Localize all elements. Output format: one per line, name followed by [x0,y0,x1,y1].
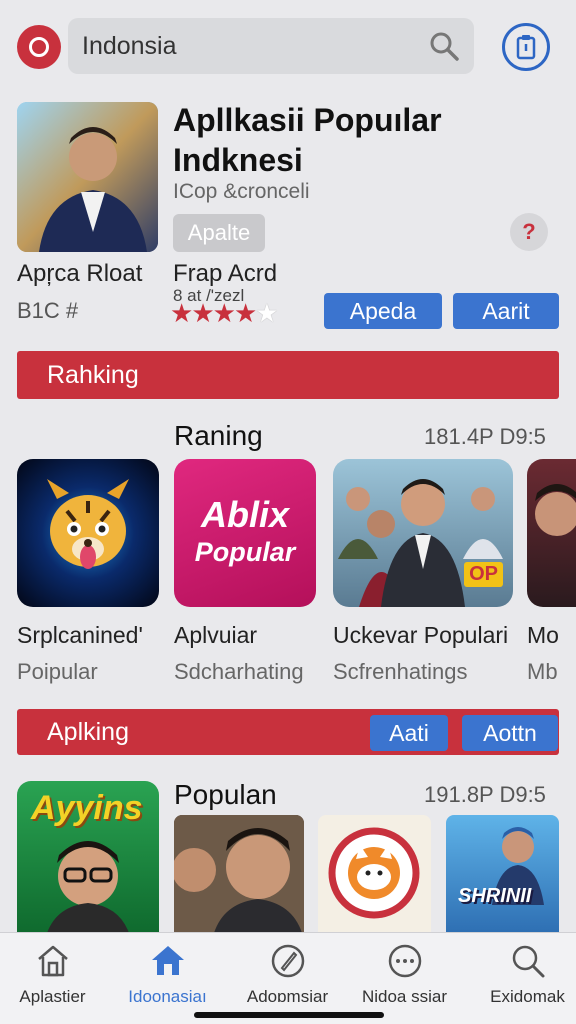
help-button[interactable]: ? [510,213,548,251]
app-category: Sdcharhating [174,659,304,684]
bottom-nav: Aplastier Idoonasiaı Adoɒmsiar Nidoa ssi… [0,932,576,1024]
app-tile[interactable]: Ayyins [17,781,159,933]
app-category: Poipular [17,659,98,684]
nav-item-aplastier[interactable]: Aplastier [0,941,110,1007]
star-empty-icon: ★ [255,298,278,328]
ranking-meta: 181.4P D9:5 [424,424,546,449]
nav-item-nidoa-ssiar[interactable]: Nidoa ssiar [347,941,462,1007]
person-portrait-icon [17,102,158,252]
app-tile[interactable]: OP [333,459,513,607]
featured-app-name: Apŗca Rloat [17,260,143,287]
search-bar[interactable]: Indonsia [68,18,474,74]
nav-label: Aplastier [19,987,86,1006]
nav-label: Adoɒmsiar [246,987,329,1006]
nav-label: Exidomak [490,987,565,1006]
show-poster-icon [492,827,544,905]
clipboard-icon [516,35,536,60]
app-name: Mo [527,622,559,648]
logo-line-1: Ablix [200,494,289,535]
featured-app-code: B1C # [17,298,79,323]
star-icon: ★ [212,298,236,328]
app-name: Srplcanined' [17,622,143,648]
star-icon: ★ [170,298,193,328]
app-tile[interactable] [17,459,159,607]
house-filled-icon [151,946,184,975]
compass-pen-icon [271,944,304,978]
apps-bar-label: Aplking [47,717,129,746]
apeda-button[interactable]: Apeda [324,293,442,329]
clipboard-button[interactable] [502,23,550,71]
search-icon [512,945,544,978]
rating-stars: ★★★★★ [170,298,279,329]
logo-line-2: Popular [194,537,296,567]
app-tile[interactable]: SHRINII [446,815,559,933]
app-tile[interactable]: Ablix Popular [174,459,316,607]
star-icon: ★ [191,298,214,328]
house-outline-icon [37,945,68,977]
nav-label: Idoonasiaı [128,987,207,1006]
dots-circle-icon [388,944,421,978]
portrait-photo-icon [174,815,304,933]
app-name: Uckevar Populari [333,622,509,648]
cat-badge-icon [328,827,420,919]
op-badge: OP [464,562,503,587]
nav-item-adoomsiar[interactable]: Adoɒmsiar [230,941,345,1007]
app-category: Mb [527,659,558,684]
app-logo[interactable] [17,25,61,69]
popular-heading: Populan [174,779,277,810]
home-indicator [194,1012,384,1018]
ranking-bar[interactable]: Rahking [17,351,559,399]
featured-tag[interactable]: Apalte [173,214,265,252]
featured-title: Apllkasii Popuılar Indknesi [173,102,442,178]
aati-button[interactable]: Aati [370,715,448,751]
show-poster-title: SHRINII [458,885,532,907]
app-tile[interactable] [174,815,304,933]
app-tile[interactable] [527,459,576,607]
ablix-popular-logo: Ablix Popular [174,495,316,569]
popular-meta: 191.8P D9:5 [424,782,546,807]
tiger-mascot-icon [47,479,129,569]
app-category: Scfrenhatings [333,659,468,684]
ranking-heading: Raning [174,420,263,451]
star-icon: ★ [233,298,257,328]
featured-subtitle: ICop &cronceli [173,180,310,203]
app-name: Aplvuiar [174,622,258,648]
nav-item-exidomak[interactable]: Exidomak [470,941,576,1007]
search-icon[interactable] [428,30,460,62]
aottn-button[interactable]: Aottn [462,715,558,751]
nav-label: Nidoa ssiar [361,987,448,1006]
featured-app-image[interactable] [17,102,158,252]
aarit-button[interactable]: Aarit [453,293,559,329]
nav-item-idoonasiai[interactable]: Idoonasiaı [110,941,225,1007]
ring-icon [29,37,49,57]
featured-second-name: Frap Acrd [173,260,278,287]
ranking-bar-label: Rahking [47,360,139,389]
search-input[interactable]: Indonsia [82,32,428,61]
app-tile[interactable] [318,815,431,933]
game-poster-icon [47,841,129,933]
portrait-icon [535,484,576,536]
